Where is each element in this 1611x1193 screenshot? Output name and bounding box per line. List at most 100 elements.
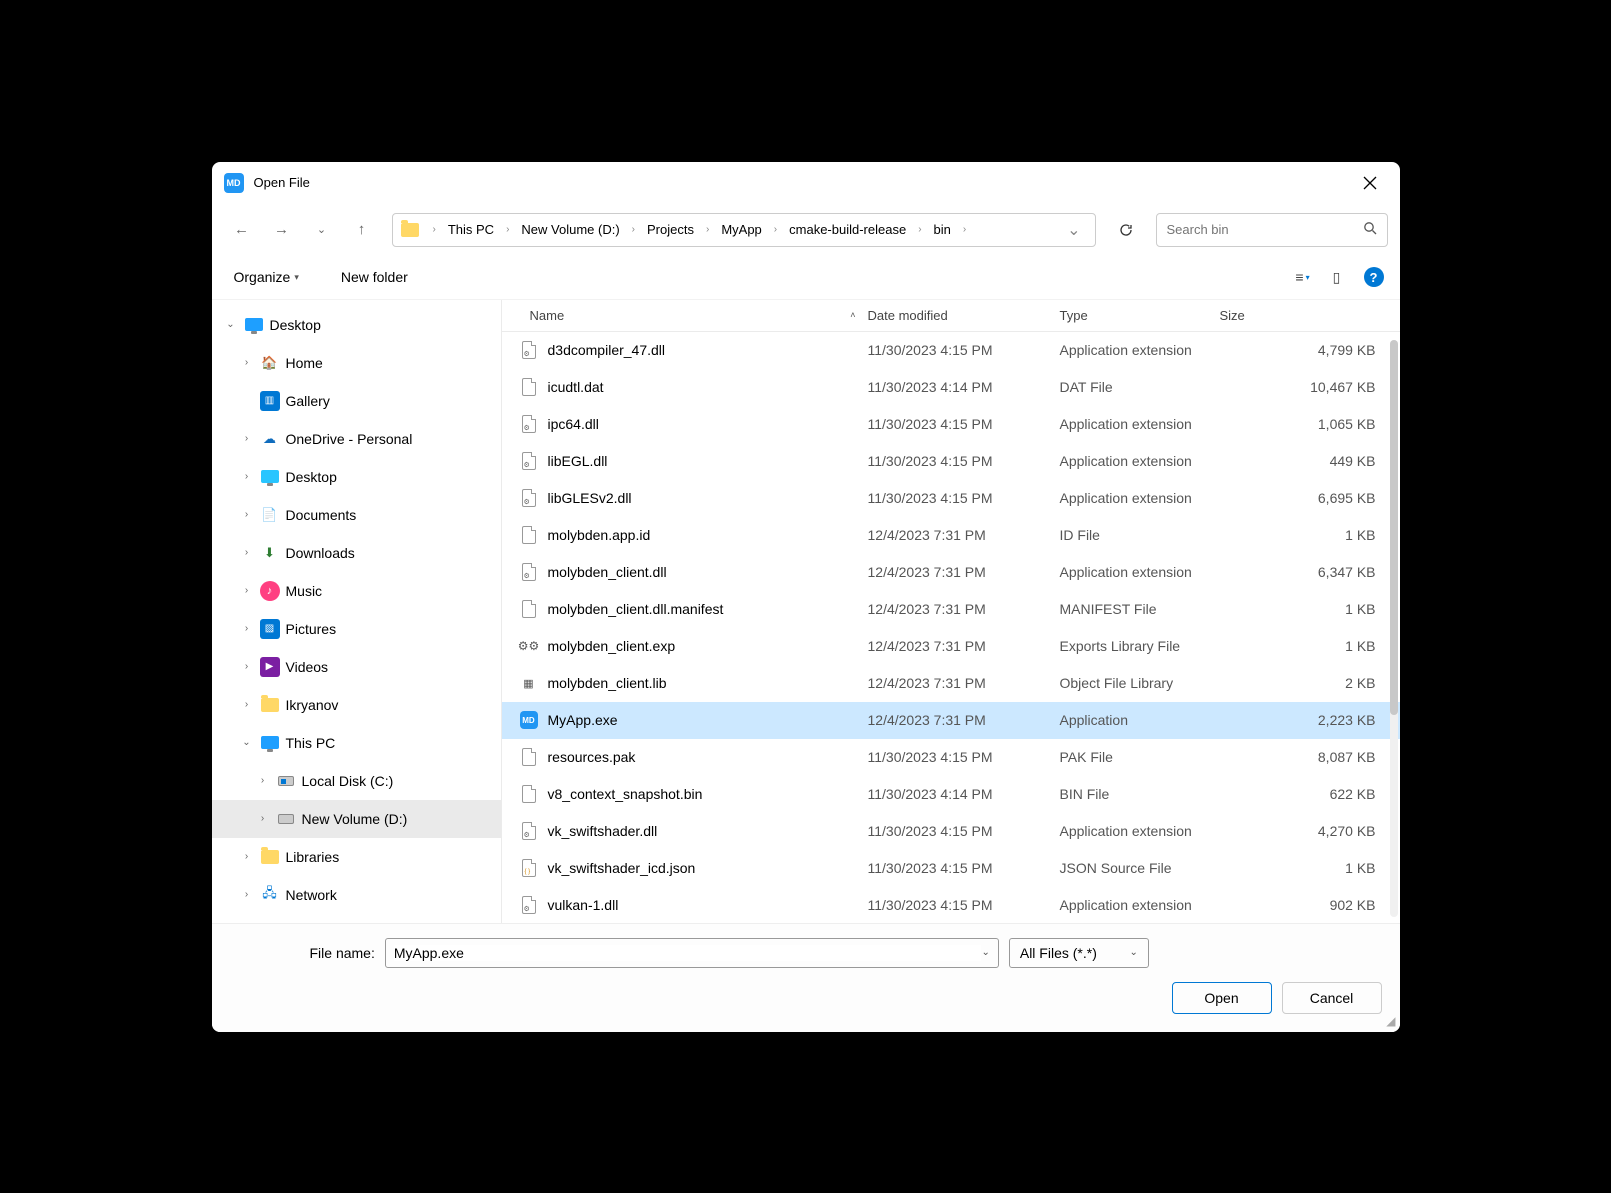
breadcrumb-item[interactable]: New Volume (D:): [517, 220, 623, 239]
breadcrumb-item[interactable]: cmake-build-release: [785, 220, 910, 239]
column-header-size[interactable]: Size: [1220, 308, 1400, 323]
search-box[interactable]: [1156, 213, 1388, 247]
chevron-right-icon[interactable]: ›: [957, 224, 972, 235]
file-row[interactable]: { }vk_swiftshader_icd.json11/30/2023 4:1…: [502, 850, 1400, 887]
file-row[interactable]: ⚙libGLESv2.dll11/30/2023 4:15 PMApplicat…: [502, 480, 1400, 517]
file-name: ipc64.dll: [548, 416, 868, 432]
sidebar-item-downloads[interactable]: ›⬇Downloads: [212, 534, 501, 572]
breadcrumb-item[interactable]: This PC: [444, 220, 498, 239]
open-button[interactable]: Open: [1172, 982, 1272, 1014]
file-list[interactable]: ⚙d3dcompiler_47.dll11/30/2023 4:15 PMApp…: [502, 332, 1400, 923]
sidebar-item-pictures[interactable]: ›▨Pictures: [212, 610, 501, 648]
new-folder-button[interactable]: New folder: [335, 265, 414, 289]
chevron-right-icon[interactable]: ›: [240, 699, 254, 710]
view-list-button[interactable]: ≡▾: [1286, 260, 1320, 294]
organize-menu[interactable]: Organize ▾: [228, 265, 305, 289]
file-row[interactable]: ⚙molybden_client.dll12/4/2023 7:31 PMApp…: [502, 554, 1400, 591]
file-row[interactable]: molybden.app.id12/4/2023 7:31 PMID File1…: [502, 517, 1400, 554]
sidebar-item-network[interactable]: ›🖧Network: [212, 876, 501, 914]
sidebar-item-music[interactable]: ›♪Music: [212, 572, 501, 610]
chevron-right-icon[interactable]: ›: [768, 224, 783, 235]
column-header-date[interactable]: Date modified: [868, 308, 1060, 323]
sidebar-item-new-volume-d[interactable]: ›New Volume (D:): [212, 800, 501, 838]
file-row[interactable]: ⚙d3dcompiler_47.dll11/30/2023 4:15 PMApp…: [502, 332, 1400, 369]
sidebar-item-videos[interactable]: ›▶Videos: [212, 648, 501, 686]
filename-combobox[interactable]: ⌄: [385, 938, 999, 968]
sidebar-item-gallery[interactable]: ▥Gallery: [212, 382, 501, 420]
libraries-icon: [260, 847, 280, 867]
nav-back-button[interactable]: ←: [224, 212, 260, 248]
file-row[interactable]: ▦molybden_client.lib12/4/2023 7:31 PMObj…: [502, 665, 1400, 702]
chevron-right-icon[interactable]: ›: [427, 224, 442, 235]
file-row[interactable]: v8_context_snapshot.bin11/30/2023 4:14 P…: [502, 776, 1400, 813]
search-icon[interactable]: [1363, 221, 1377, 238]
file-filter-combobox[interactable]: All Files (*.*) ⌄: [1009, 938, 1149, 968]
cancel-button[interactable]: Cancel: [1282, 982, 1382, 1014]
sidebar-item-onedrive[interactable]: ›☁OneDrive - Personal: [212, 420, 501, 458]
nav-up-button[interactable]: ↑: [344, 212, 380, 248]
chevron-down-icon[interactable]: ⌄: [240, 737, 254, 748]
file-name: molybden_client.dll.manifest: [548, 601, 868, 617]
nav-recent-button[interactable]: ⌄: [304, 212, 340, 248]
breadcrumb-item[interactable]: bin: [930, 220, 955, 239]
preview-pane-button[interactable]: ▯: [1320, 260, 1354, 294]
chevron-right-icon[interactable]: ›: [912, 224, 927, 235]
filename-input[interactable]: [394, 945, 982, 961]
sidebar-item-user-folder[interactable]: ›Ikryanov: [212, 686, 501, 724]
chevron-right-icon[interactable]: ›: [626, 224, 641, 235]
chevron-right-icon[interactable]: ›: [240, 547, 254, 558]
sidebar-item-desktop2[interactable]: ›Desktop: [212, 458, 501, 496]
pictures-icon: ▨: [260, 619, 280, 639]
breadcrumb-item[interactable]: Projects: [643, 220, 698, 239]
chevron-right-icon[interactable]: ›: [240, 851, 254, 862]
chevron-right-icon[interactable]: ›: [256, 813, 270, 824]
chevron-right-icon[interactable]: ›: [700, 224, 715, 235]
chevron-right-icon[interactable]: ›: [240, 509, 254, 520]
chevron-right-icon[interactable]: ›: [240, 585, 254, 596]
file-row[interactable]: icudtl.dat11/30/2023 4:14 PMDAT File10,4…: [502, 369, 1400, 406]
file-row[interactable]: molybden_client.dll.manifest12/4/2023 7:…: [502, 591, 1400, 628]
chevron-right-icon[interactable]: ›: [240, 433, 254, 444]
file-row[interactable]: ⚙libEGL.dll11/30/2023 4:15 PMApplication…: [502, 443, 1400, 480]
file-row[interactable]: ⚙vulkan-1.dll11/30/2023 4:15 PMApplicati…: [502, 887, 1400, 923]
sidebar-item-desktop[interactable]: ⌄Desktop: [212, 306, 501, 344]
scrollbar[interactable]: [1390, 340, 1398, 917]
file-row[interactable]: ⚙vk_swiftshader.dll11/30/2023 4:15 PMApp…: [502, 813, 1400, 850]
toolbar: Organize ▾ New folder ≡▾ ▯ ?: [212, 256, 1400, 300]
chevron-right-icon[interactable]: ›: [500, 224, 515, 235]
file-row[interactable]: resources.pak11/30/2023 4:15 PMPAK File8…: [502, 739, 1400, 776]
close-button[interactable]: [1352, 165, 1388, 201]
navigation-pane[interactable]: ⌄Desktop ›🏠Home ▥Gallery ›☁OneDrive - Pe…: [212, 300, 502, 923]
chevron-right-icon[interactable]: ›: [256, 775, 270, 786]
file-date: 12/4/2023 7:31 PM: [868, 638, 1060, 654]
refresh-button[interactable]: [1108, 213, 1144, 247]
breadcrumb-item[interactable]: MyApp: [717, 220, 765, 239]
breadcrumb-dropdown[interactable]: ⌄: [1067, 220, 1080, 240]
file-type: Application extension: [1060, 490, 1220, 506]
chevron-down-icon[interactable]: ⌄: [1129, 947, 1137, 958]
file-date: 12/4/2023 7:31 PM: [868, 601, 1060, 617]
chevron-right-icon[interactable]: ›: [240, 623, 254, 634]
search-input[interactable]: [1167, 222, 1363, 237]
column-header-type[interactable]: Type: [1060, 308, 1220, 323]
chevron-right-icon[interactable]: ›: [240, 889, 254, 900]
file-row[interactable]: MDMyApp.exe12/4/2023 7:31 PMApplication2…: [502, 702, 1400, 739]
column-header-name[interactable]: Name˄: [530, 308, 868, 323]
chevron-right-icon[interactable]: ›: [240, 471, 254, 482]
file-list-pane: Name˄ Date modified Type Size ⚙d3dcompil…: [502, 300, 1400, 923]
sidebar-item-home[interactable]: ›🏠Home: [212, 344, 501, 382]
scrollbar-thumb[interactable]: [1390, 340, 1398, 715]
file-row[interactable]: ⚙ipc64.dll11/30/2023 4:15 PMApplication …: [502, 406, 1400, 443]
chevron-down-icon[interactable]: ⌄: [224, 319, 238, 330]
chevron-down-icon[interactable]: ⌄: [981, 947, 989, 958]
help-button[interactable]: ?: [1364, 267, 1384, 287]
sidebar-item-documents[interactable]: ›📄Documents: [212, 496, 501, 534]
sidebar-item-local-disk-c[interactable]: ›Local Disk (C:): [212, 762, 501, 800]
chevron-right-icon[interactable]: ›: [240, 357, 254, 368]
nav-forward-button[interactable]: →: [264, 212, 300, 248]
chevron-right-icon[interactable]: ›: [240, 661, 254, 672]
sidebar-item-libraries[interactable]: ›Libraries: [212, 838, 501, 876]
sidebar-item-this-pc[interactable]: ⌄This PC: [212, 724, 501, 762]
file-row[interactable]: ⚙⚙molybden_client.exp12/4/2023 7:31 PMEx…: [502, 628, 1400, 665]
breadcrumb[interactable]: › This PC › New Volume (D:) › Projects ›…: [392, 213, 1096, 247]
